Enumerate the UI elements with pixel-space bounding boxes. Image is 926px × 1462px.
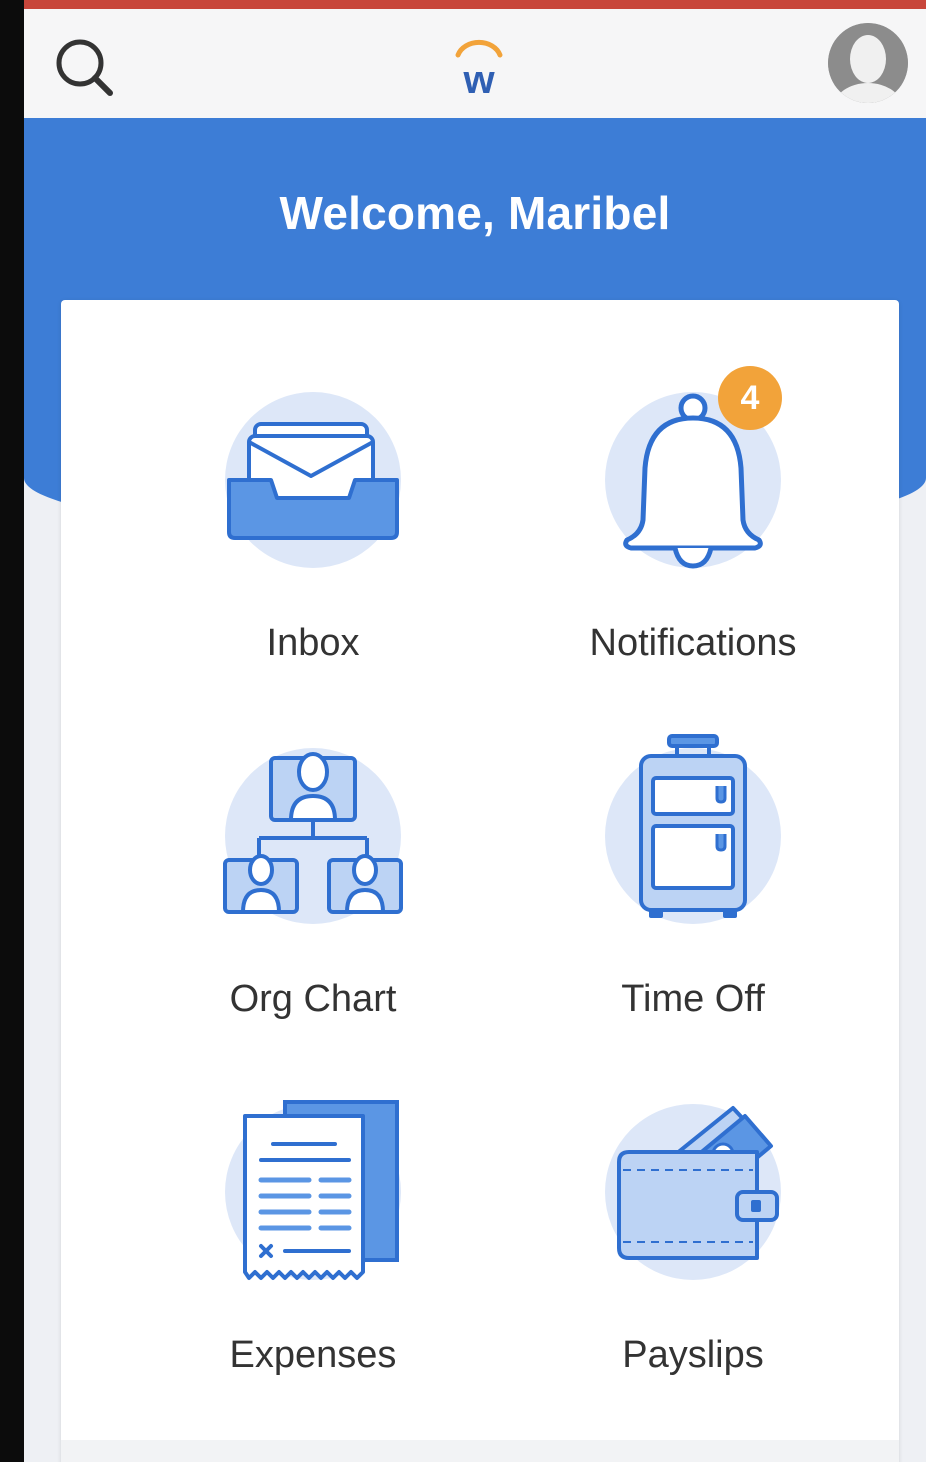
tile-label: Payslips bbox=[622, 1334, 764, 1376]
inbox-tile[interactable]: Inbox bbox=[83, 300, 483, 664]
org-chart-tile[interactable]: Org Chart bbox=[83, 656, 483, 1020]
suitcase-icon bbox=[639, 734, 747, 918]
logo-letter: w bbox=[462, 58, 495, 99]
avatar-silhouette bbox=[828, 23, 908, 103]
time-off-tile[interactable]: Time Off bbox=[463, 656, 863, 1020]
status-strip bbox=[24, 0, 926, 9]
app-screen: w Welcome, Maribel Inbox Notifications O… bbox=[24, 0, 926, 1462]
card-bottom-edge bbox=[61, 1440, 899, 1462]
device-bezel bbox=[0, 0, 24, 1462]
top-app-bar: w bbox=[24, 9, 926, 118]
org-chart-icon bbox=[223, 752, 403, 914]
notification-count-badge: 4 bbox=[718, 366, 782, 430]
workday-logo-icon[interactable]: w bbox=[446, 33, 512, 99]
receipt-icon bbox=[243, 1100, 399, 1280]
search-icon[interactable] bbox=[52, 35, 116, 99]
expenses-tile[interactable]: Expenses bbox=[83, 1012, 483, 1376]
apps-card: Inbox Notifications Org Chart Time Off E… bbox=[61, 300, 899, 1462]
welcome-message: Welcome, Maribel bbox=[279, 187, 671, 239]
payslips-tile[interactable]: Payslips bbox=[463, 1012, 863, 1376]
notifications-tile[interactable]: Notifications bbox=[463, 300, 863, 664]
user-avatar-icon[interactable] bbox=[828, 23, 908, 103]
wallet-icon bbox=[617, 1106, 779, 1260]
inbox-tray-icon bbox=[227, 422, 399, 540]
